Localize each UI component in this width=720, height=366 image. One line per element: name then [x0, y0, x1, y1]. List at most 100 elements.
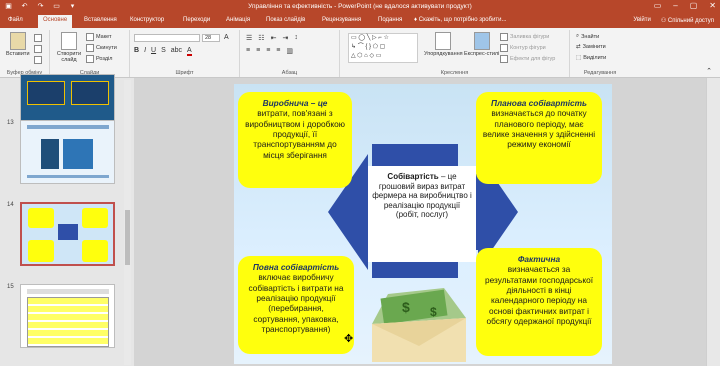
- outline-icon: [500, 44, 508, 52]
- align-center-icon[interactable]: ≡: [256, 47, 260, 55]
- slide-editor: $ $ Виробнича – це витрати, пов'язані з …: [134, 78, 706, 366]
- tab-home[interactable]: Основне: [38, 15, 73, 28]
- bottom-bar-shape: [372, 260, 458, 278]
- underline-icon[interactable]: U: [151, 47, 156, 56]
- tab-insert[interactable]: Вставлення: [84, 17, 117, 23]
- ribbon-tabs: Файл Основне Вставлення Конструктор Пере…: [0, 14, 720, 28]
- align-left-icon[interactable]: ≡: [246, 47, 250, 55]
- slide-canvas[interactable]: $ $ Виробнича – це витрати, пов'язані з …: [234, 84, 612, 364]
- paragraph-group: ☰ ☷ ⇤ ⇥ ↕ ≡ ≡ ≡ ≡ ▥ Абзац: [240, 30, 340, 77]
- tab-slideshow[interactable]: Показ слайдів: [266, 17, 305, 23]
- paste-icon: [9, 32, 26, 50]
- planned-cost-box[interactable]: Планова собівартість визначається до поч…: [476, 92, 602, 184]
- slide-number-15: 15: [7, 284, 14, 290]
- actual-cost-box[interactable]: Фактична визначається за результатами го…: [476, 248, 602, 356]
- shapes-gallery[interactable]: ▭ ◯ ╲ ▷ ⌐ ☆ ↳ ⌒ { } ⬠ ▢ △ ⬡ ⌂ ◇ ▭: [348, 33, 418, 63]
- grow-font-icon[interactable]: A: [224, 34, 229, 41]
- arrange-button[interactable]: Упорядкування: [424, 32, 463, 57]
- planned-cost-title: Планова собівартість: [491, 98, 587, 108]
- justify-icon[interactable]: ≡: [276, 47, 280, 55]
- search-icon: ⌕: [576, 33, 580, 39]
- fill-icon: [500, 33, 508, 41]
- drawing-group: ▭ ◯ ╲ ▷ ⌐ ☆ ↳ ⌒ { } ⬠ ▢ △ ⬡ ⌂ ◇ ▭ Упорядку…: [340, 30, 570, 77]
- tab-review[interactable]: Рецензування: [322, 17, 361, 23]
- layout-icon: [86, 33, 94, 41]
- new-slide-button[interactable]: Створити слайд: [56, 32, 82, 63]
- replace-button[interactable]: ⇄ Замінити: [576, 44, 606, 50]
- shape-fill-button[interactable]: Заливка фігури: [500, 33, 549, 41]
- ribbon: Вставити Буфер обміну Створити слайд Мак…: [0, 28, 720, 78]
- close-icon[interactable]: ✕: [709, 1, 716, 10]
- section-icon: [86, 55, 94, 63]
- collapse-ribbon-icon[interactable]: ⌃: [706, 67, 712, 75]
- shadow-icon[interactable]: S: [161, 47, 166, 56]
- editor-scrollbar[interactable]: [706, 78, 720, 366]
- actual-cost-title: Фактична: [517, 254, 561, 264]
- section-button[interactable]: Розділ: [86, 55, 112, 63]
- planned-cost-body: визначається до початку планового період…: [482, 108, 596, 150]
- align-right-icon[interactable]: ≡: [266, 47, 270, 55]
- minimize-icon[interactable]: –: [673, 1, 677, 10]
- copy-icon[interactable]: [34, 45, 42, 53]
- font-size-input[interactable]: 28: [202, 34, 220, 42]
- cut-icon[interactable]: [34, 34, 42, 42]
- shape-outline-button[interactable]: Контур фігури: [500, 44, 546, 52]
- tell-me-search[interactable]: ♦ Скажіть, що потрібно зробити...: [414, 17, 507, 23]
- tab-animations[interactable]: Анімація: [226, 17, 250, 23]
- effects-icon: [500, 55, 508, 63]
- reset-icon: [86, 44, 94, 52]
- slide-thumbnail-15[interactable]: [20, 284, 115, 348]
- slide-number-13: 13: [7, 120, 14, 126]
- increase-indent-icon[interactable]: ⇥: [282, 34, 288, 42]
- tab-view[interactable]: Подання: [378, 17, 402, 23]
- svg-text:$: $: [430, 305, 437, 319]
- full-cost-box[interactable]: Повна собівартість включає виробничу соб…: [238, 256, 354, 354]
- quick-styles-button[interactable]: Експрес-стилі: [464, 32, 499, 57]
- shape-effects-button[interactable]: Ефекти для фігур: [500, 55, 555, 63]
- decrease-indent-icon[interactable]: ⇤: [271, 34, 277, 42]
- production-cost-title: Виробнича – це: [262, 98, 328, 108]
- slide-thumbnail-13[interactable]: [20, 120, 115, 184]
- italic-icon[interactable]: I: [144, 47, 146, 56]
- editing-group: ⌕ Знайти ⇄ Замінити ⬚ Виділити Редагування: [570, 30, 630, 77]
- strikethrough-icon[interactable]: abc: [171, 47, 182, 56]
- cost-definition-title: Собівартість: [387, 172, 439, 181]
- slides-group: Створити слайд Макет Скинути Розділ Слай…: [50, 30, 130, 77]
- reset-button[interactable]: Скинути: [86, 44, 117, 52]
- bullets-icon[interactable]: ☰: [246, 34, 252, 42]
- scroll-thumb[interactable]: [125, 210, 130, 265]
- ribbon-options-icon[interactable]: ▭: [654, 1, 662, 10]
- quick-styles-icon: [473, 32, 490, 50]
- slide-thumbnail-14[interactable]: [20, 202, 115, 266]
- tab-design[interactable]: Конструктор: [130, 17, 164, 23]
- production-cost-body: витрати, пов'язані з виробництвом і доро…: [245, 108, 345, 160]
- slides-panel-scrollbar[interactable]: [124, 80, 131, 365]
- format-painter-icon[interactable]: [34, 56, 42, 64]
- share-button[interactable]: ⚇ Спільний доступ: [661, 17, 714, 24]
- mouse-cursor-icon: ✥: [344, 333, 354, 345]
- font-group: 28 A B I U S abc A Шрифт: [130, 30, 240, 77]
- cost-definition-box[interactable]: Собівартість – це грошовий вираз витрат …: [368, 166, 476, 262]
- top-bar-shape: [372, 144, 458, 166]
- arrange-icon: [435, 32, 452, 50]
- maximize-icon[interactable]: ▢: [690, 1, 698, 10]
- font-color-icon[interactable]: A: [187, 47, 192, 56]
- find-button[interactable]: ⌕ Знайти: [576, 33, 599, 40]
- numbering-icon[interactable]: ☷: [258, 34, 264, 42]
- new-slide-icon: [61, 32, 77, 50]
- font-name-input[interactable]: [134, 34, 200, 42]
- select-button[interactable]: ⬚ Виділити: [576, 55, 606, 61]
- production-cost-box[interactable]: Виробнича – це витрати, пов'язані з виро…: [238, 92, 352, 188]
- svg-text:$: $: [402, 299, 410, 315]
- full-cost-body: включає виробничу собівартість і витрати…: [248, 272, 344, 335]
- tab-file[interactable]: Файл: [8, 17, 23, 23]
- title-bar: ▣ ↶ ↷ ▭ ▾ Управління та ефективність - P…: [0, 0, 720, 14]
- paste-button[interactable]: Вставити: [6, 32, 30, 57]
- line-spacing-icon[interactable]: ↕: [294, 34, 298, 42]
- window-title: Управління та ефективність - PowerPoint …: [248, 3, 472, 10]
- columns-icon[interactable]: ▥: [286, 47, 293, 55]
- tab-transitions[interactable]: Переходи: [183, 17, 210, 23]
- bold-icon[interactable]: B: [134, 47, 139, 56]
- sign-in-link[interactable]: Увійти: [633, 17, 650, 24]
- layout-button[interactable]: Макет: [86, 33, 112, 41]
